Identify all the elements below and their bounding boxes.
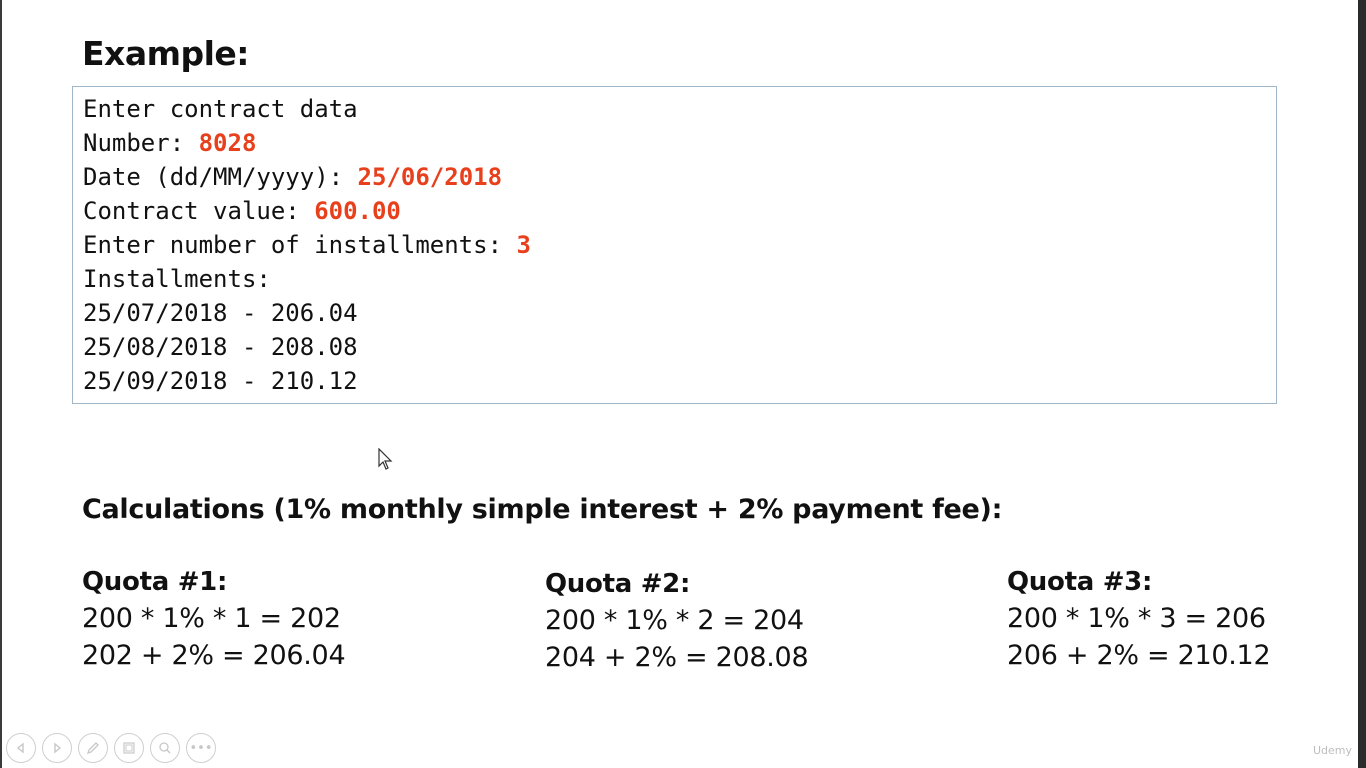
slide-title: Example: (82, 34, 250, 73)
installment-line-1: 25/07/2018 - 206.04 (83, 299, 358, 327)
installment-line-3: 25/09/2018 - 210.12 (83, 367, 358, 395)
quota-2-block: Quota #2: 200 * 1% * 2 = 204 204 + 2% = … (545, 569, 809, 673)
console-header: Enter contract data (83, 95, 358, 123)
date-label: Date (dd/MM/yyyy): (83, 163, 358, 191)
date-value: 25/06/2018 (357, 163, 503, 191)
next-icon[interactable] (42, 733, 72, 763)
console-date-line: Date (dd/MM/yyyy): 25/06/2018 (83, 163, 502, 191)
quota-2-line-2: 204 + 2% = 208.08 (545, 642, 809, 673)
quota-3-line-2: 206 + 2% = 210.12 (1007, 640, 1271, 671)
console-number-line: Number: 8028 (83, 129, 256, 157)
right-frame-edge (1358, 0, 1366, 768)
quota-3-block: Quota #3: 200 * 1% * 3 = 206 206 + 2% = … (1007, 567, 1271, 671)
console-value-line: Contract value: 600.00 (83, 197, 401, 225)
installment-line-2: 25/08/2018 - 208.08 (83, 333, 358, 361)
installments-prompt: Enter number of installments: (83, 231, 517, 259)
quota-1-line-2: 202 + 2% = 206.04 (82, 640, 346, 671)
previous-icon[interactable] (6, 733, 36, 763)
console-installments-prompt-line: Enter number of installments: 3 (83, 231, 531, 259)
number-value: 8028 (198, 129, 257, 157)
contract-value: 600.00 (314, 197, 401, 225)
left-frame-edge (0, 0, 2, 768)
quota-2-line-1: 200 * 1% * 2 = 204 (545, 605, 804, 636)
installments-header: Installments: (83, 265, 271, 293)
udemy-watermark: Udemy (1312, 744, 1352, 757)
number-label: Number: (83, 129, 199, 157)
quota-3-title: Quota #3: (1007, 567, 1153, 597)
mouse-cursor-icon (378, 448, 393, 470)
pen-icon[interactable] (78, 733, 108, 763)
zoom-icon[interactable] (150, 733, 180, 763)
quota-1-line-1: 200 * 1% * 1 = 202 (82, 603, 341, 634)
quota-1-block: Quota #1: 200 * 1% * 1 = 202 202 + 2% = … (82, 567, 346, 671)
quota-1-title: Quota #1: (82, 567, 228, 597)
more-icon[interactable]: ••• (186, 733, 216, 763)
calculations-heading: Calculations (1% monthly simple interest… (82, 494, 1003, 525)
console-output-box: Enter contract data Number: 8028 Date (d… (72, 86, 1277, 404)
contract-value-label: Contract value: (83, 197, 315, 225)
slides-icon[interactable] (114, 733, 144, 763)
quota-2-title: Quota #2: (545, 569, 691, 599)
quota-3-line-1: 200 * 1% * 3 = 206 (1007, 603, 1266, 634)
installments-count: 3 (516, 231, 531, 259)
slideshow-controls: ••• (6, 733, 216, 763)
